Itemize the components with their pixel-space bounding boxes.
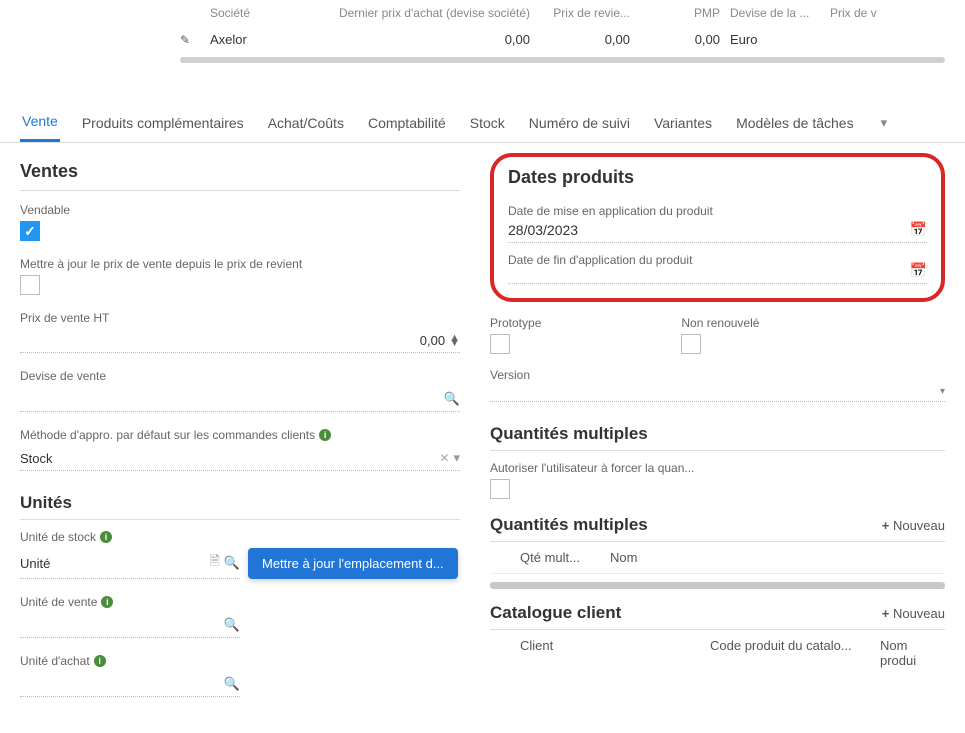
autoriser-forcer-label: Autoriser l'utilisateur à forcer la quan… (490, 461, 945, 475)
clear-icon[interactable]: ✕ (439, 451, 449, 465)
update-location-button[interactable]: Mettre à jour l'emplacement d... (248, 548, 458, 579)
col-nom: Nom (610, 550, 945, 565)
quantites-multiples-subheader: Quantités multiples (490, 515, 648, 535)
cell-company: Axelor (210, 32, 330, 47)
col-prix-v: Prix de v (830, 6, 945, 20)
tab-numero-suivi[interactable]: Numéro de suivi (527, 105, 632, 141)
dates-produits-highlight: Dates produits Date de mise en applicati… (490, 153, 945, 302)
cell-pmp: 0,00 (640, 32, 730, 47)
non-renouvele-checkbox[interactable] (681, 334, 701, 354)
col-prix-revient: Prix de revie... (540, 6, 640, 20)
devise-vente-label: Devise de vente (20, 369, 460, 383)
tab-produits-complementaires[interactable]: Produits complémentaires (80, 105, 246, 141)
non-renouvele-label: Non renouvelé (681, 316, 759, 330)
maj-prix-label: Mettre à jour le prix de vente depuis le… (20, 257, 460, 271)
calendar-icon[interactable]: 📅 (910, 262, 927, 279)
prototype-label: Prototype (490, 316, 541, 330)
section-dates-produits: Dates produits (508, 167, 927, 196)
search-icon[interactable]: 🔍 (224, 676, 240, 692)
tab-vente[interactable]: Vente (20, 103, 60, 142)
methode-appro-value[interactable]: Stock (20, 451, 435, 466)
table-row[interactable]: ✎ Axelor 0,00 0,00 0,00 Euro (180, 26, 945, 53)
date-fin-label: Date de fin d'application du produit (508, 253, 910, 267)
autoriser-forcer-checkbox[interactable] (490, 479, 510, 499)
tab-stock[interactable]: Stock (468, 105, 507, 141)
date-debut-label: Date de mise en application du produit (508, 204, 910, 218)
tab-variantes[interactable]: Variantes (652, 105, 714, 141)
vendable-checkbox[interactable] (20, 221, 40, 241)
top-table-header: Société Dernier prix d'achat (devise soc… (180, 0, 945, 26)
nouveau-catalogue-button[interactable]: Nouveau (882, 606, 945, 621)
col-pmp: PMP (640, 6, 730, 20)
methode-appro-label: Méthode d'appro. par défaut sur les comm… (20, 428, 315, 442)
number-stepper-icon[interactable]: ▲▼ (449, 336, 460, 346)
prix-vente-ht-label: Prix de vente HT (20, 311, 460, 325)
unite-stock-value[interactable]: Unité (20, 556, 205, 571)
col-qte-mult: Qté mult... (520, 550, 610, 565)
cell-devise: Euro (730, 32, 830, 47)
prix-vente-ht-value[interactable]: 0,00 (20, 333, 445, 348)
col-code-produit: Code produit du catalo... (710, 638, 880, 668)
edit-icon[interactable]: ✎ (180, 33, 190, 47)
edit-record-icon[interactable]: 🗎 (209, 552, 219, 574)
version-label: Version (490, 368, 945, 382)
col-dernier-prix: Dernier prix d'achat (devise société) (330, 6, 540, 20)
date-fin-input[interactable] (508, 271, 910, 279)
tab-overflow-icon[interactable]: ▾ (876, 105, 893, 141)
section-unites: Unités (20, 487, 460, 520)
horizontal-scrollbar[interactable] (490, 582, 945, 589)
calendar-icon[interactable]: 📅 (910, 221, 927, 238)
section-ventes: Ventes (20, 153, 460, 191)
tab-modeles-taches[interactable]: Modèles de tâches (734, 105, 856, 141)
section-catalogue-client: Catalogue client (490, 603, 621, 623)
unite-stock-label: Unité de stock (20, 530, 96, 544)
prototype-checkbox[interactable] (490, 334, 510, 354)
unite-vente-label: Unité de vente (20, 595, 97, 609)
info-icon[interactable]: i (94, 655, 106, 667)
col-client: Client (520, 638, 710, 668)
version-select[interactable]: ▾ (490, 386, 945, 397)
chevron-down-icon[interactable]: ▾ (453, 450, 460, 466)
info-icon[interactable]: i (319, 429, 331, 441)
unite-achat-label: Unité d'achat (20, 654, 90, 668)
cell-price1: 0,00 (330, 32, 540, 47)
section-quantites-multiples: Quantités multiples (490, 418, 945, 451)
col-devise: Devise de la ... (730, 6, 830, 20)
maj-prix-checkbox[interactable] (20, 275, 40, 295)
tab-bar: Vente Produits complémentaires Achat/Coû… (0, 103, 965, 143)
search-icon[interactable]: 🔍 (224, 617, 240, 633)
info-icon[interactable]: i (101, 596, 113, 608)
col-nom-produit: Nom produi (880, 638, 945, 668)
search-icon[interactable]: 🔍 (444, 391, 460, 407)
tab-achat-couts[interactable]: Achat/Coûts (266, 105, 346, 141)
horizontal-scrollbar[interactable] (180, 57, 945, 63)
nouveau-quantite-button[interactable]: Nouveau (882, 518, 945, 533)
vendable-label: Vendable (20, 203, 460, 217)
cell-price2: 0,00 (540, 32, 640, 47)
date-debut-value[interactable]: 28/03/2023 (508, 222, 910, 238)
col-societe: Société (210, 6, 330, 20)
info-icon[interactable]: i (100, 531, 112, 543)
tab-comptabilite[interactable]: Comptabilité (366, 105, 448, 141)
search-icon[interactable]: 🔍 (224, 555, 240, 571)
